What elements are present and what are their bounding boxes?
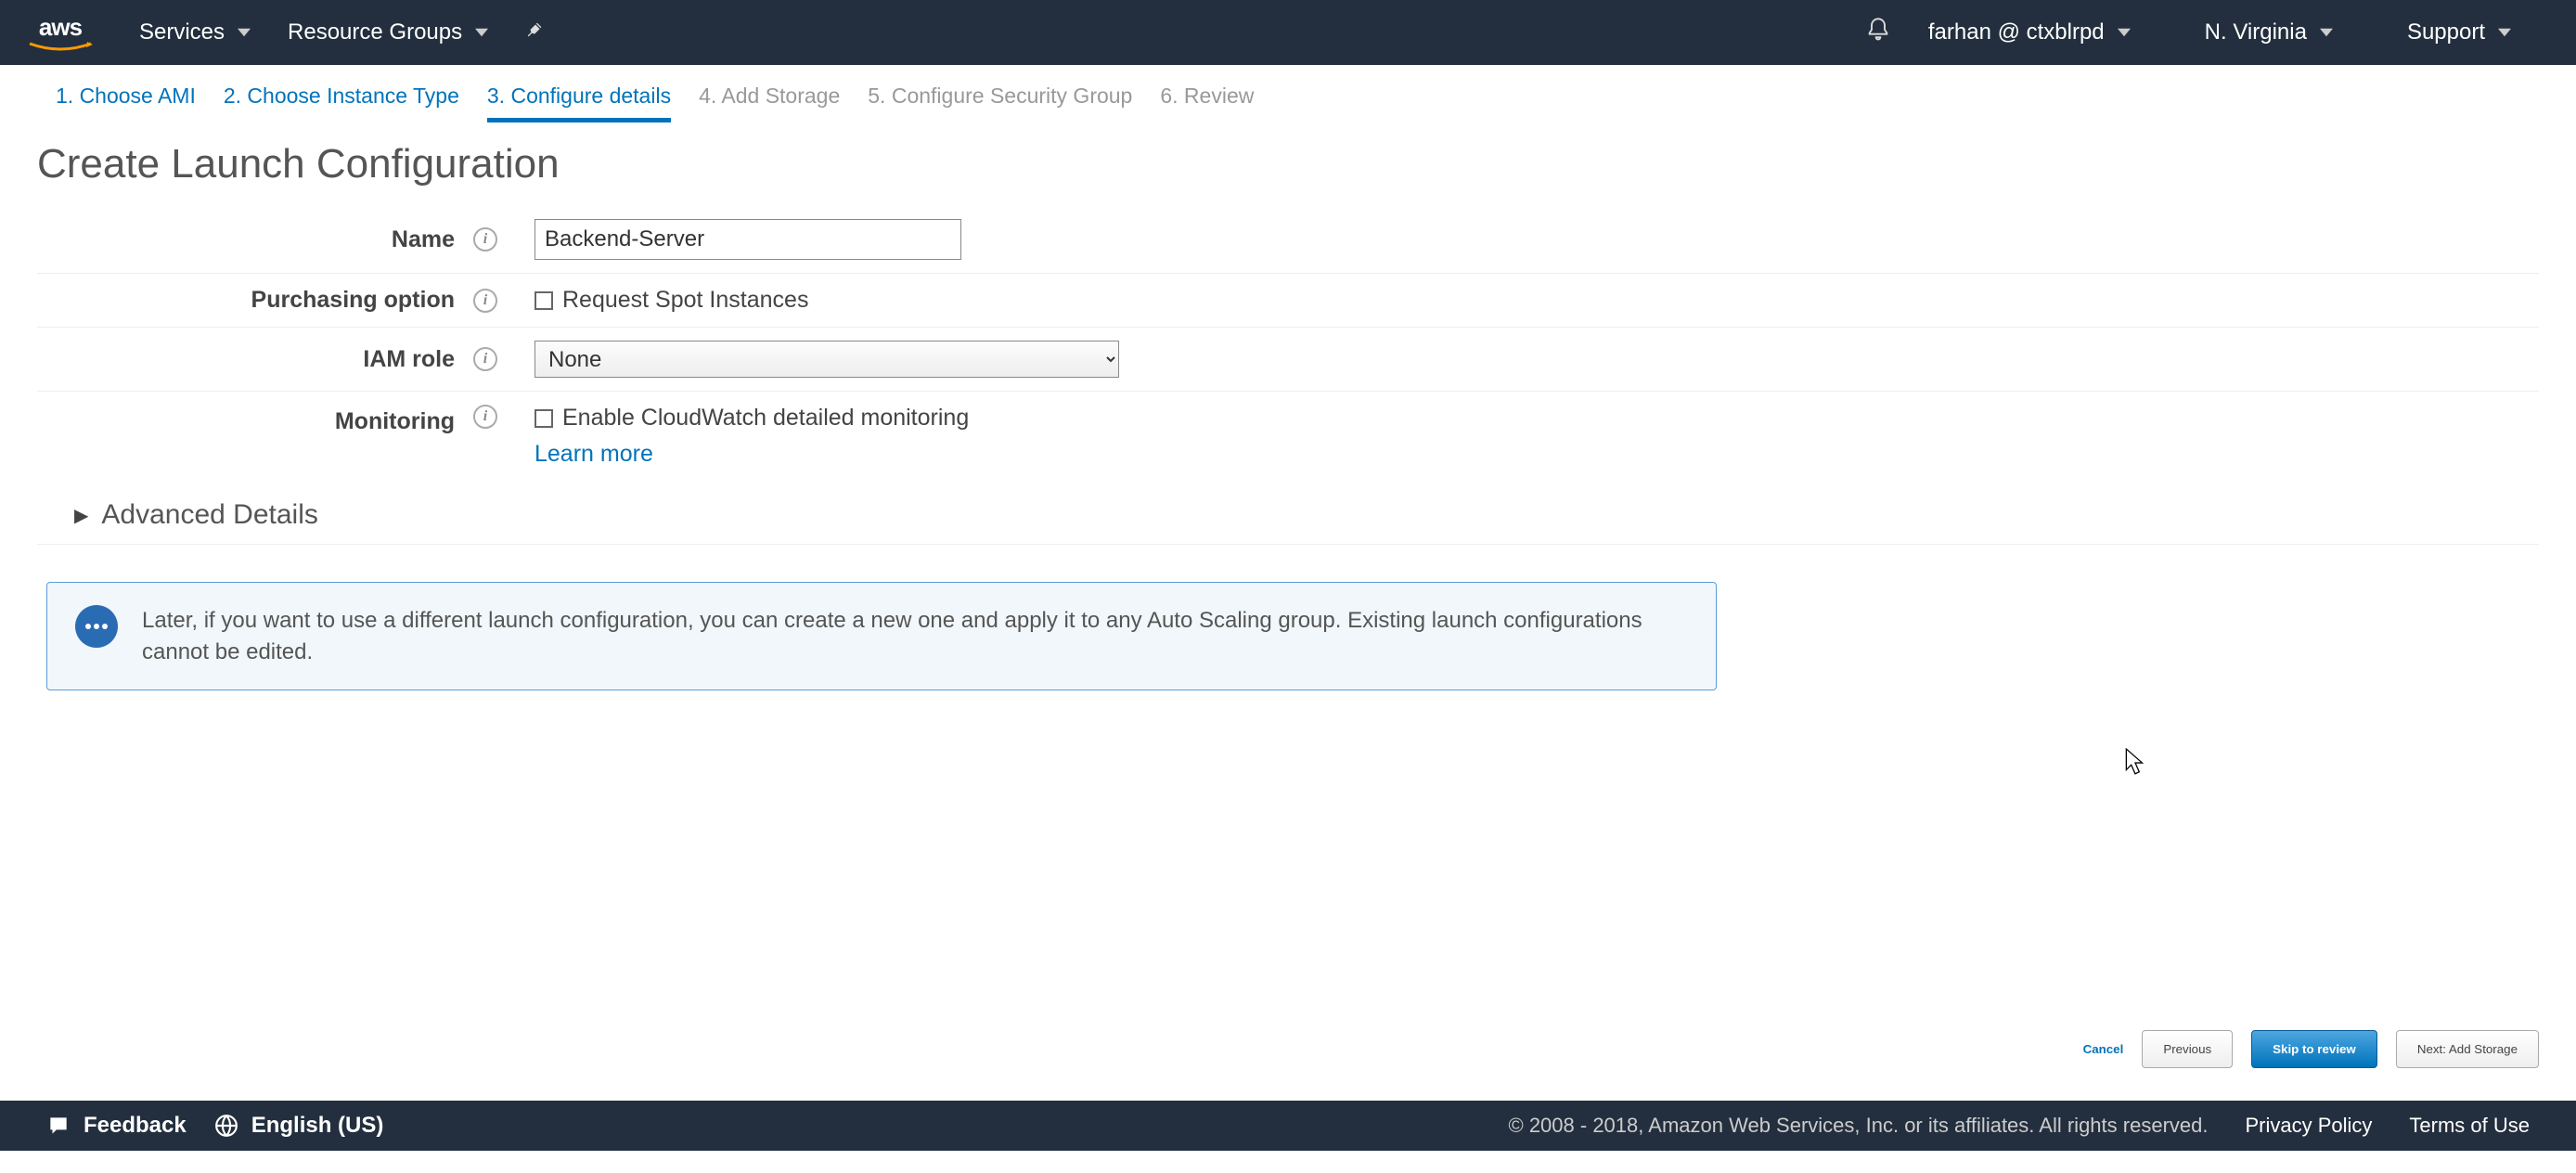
wizard-step-4: 4. Add Storage [699, 84, 840, 122]
form-row-monitoring: Monitoring i Enable CloudWatch detailed … [37, 392, 2539, 481]
support-label: Support [2407, 19, 2485, 45]
form-row-name: Name i [37, 206, 2539, 274]
chevron-down-icon [2498, 26, 2511, 39]
skip-to-review-button[interactable]: Skip to review [2251, 1030, 2377, 1068]
chevron-down-icon [2320, 26, 2333, 39]
advanced-details-toggle[interactable]: ▶ Advanced Details [37, 481, 2539, 545]
mouse-cursor-icon [2125, 748, 2145, 776]
checkbox-icon [535, 291, 553, 310]
next-button[interactable]: Next: Add Storage [2396, 1030, 2539, 1068]
wizard-step-2[interactable]: 2. Choose Instance Type [224, 84, 459, 122]
chevron-down-icon [2118, 26, 2131, 39]
services-label: Services [139, 19, 225, 45]
info-icon[interactable]: i [473, 347, 497, 371]
advanced-details-label: Advanced Details [101, 499, 317, 531]
feedback-label: Feedback [84, 1113, 187, 1139]
spot-checkbox-label: Request Spot Instances [562, 287, 808, 314]
checkbox-icon [535, 409, 553, 428]
wizard-step-1[interactable]: 1. Choose AMI [56, 84, 196, 122]
privacy-link[interactable]: Privacy Policy [2245, 1114, 2372, 1138]
wizard-steps: 1. Choose AMI 2. Choose Instance Type 3.… [0, 65, 2576, 132]
speech-bubble-icon [75, 605, 118, 648]
iam-role-select[interactable]: None [535, 341, 1119, 378]
support-menu[interactable]: Support [2407, 19, 2511, 45]
language-selector[interactable]: English (US) [214, 1113, 384, 1139]
iam-label: IAM role [74, 346, 473, 373]
info-box-text: Later, if you want to use a different la… [142, 605, 1688, 667]
chevron-down-icon [475, 26, 488, 39]
cloudwatch-checkbox-label: Enable CloudWatch detailed monitoring [562, 405, 969, 432]
spot-checkbox-row[interactable]: Request Spot Instances [535, 287, 808, 314]
terms-link[interactable]: Terms of Use [2409, 1114, 2530, 1138]
account-label: farhan @ ctxblrpd [1928, 19, 2105, 45]
learn-more-link[interactable]: Learn more [535, 441, 969, 468]
globe-icon [214, 1114, 238, 1138]
name-label: Name [74, 226, 473, 253]
chevron-down-icon [238, 26, 251, 39]
aws-logo[interactable]: aws [28, 13, 93, 53]
top-navigation: aws Services Resource Groups farhan @ ct… [0, 0, 2576, 65]
resource-groups-menu[interactable]: Resource Groups [288, 19, 488, 45]
copyright-text: © 2008 - 2018, Amazon Web Services, Inc.… [1509, 1114, 2209, 1138]
bottom-bar: Feedback English (US) © 2008 - 2018, Ama… [0, 1101, 2576, 1151]
monitoring-label: Monitoring [74, 405, 473, 435]
region-menu[interactable]: N. Virginia [2205, 19, 2333, 45]
main-content: Create Launch Configuration Name i Purch… [0, 132, 2576, 690]
speech-icon [46, 1114, 71, 1138]
page-title: Create Launch Configuration [37, 141, 2539, 187]
aws-swoosh-icon [28, 42, 93, 53]
info-box: Later, if you want to use a different la… [46, 582, 1717, 690]
pin-icon[interactable] [525, 19, 546, 45]
wizard-step-5: 5. Configure Security Group [868, 84, 1132, 122]
info-icon[interactable]: i [473, 289, 497, 313]
region-label: N. Virginia [2205, 19, 2307, 45]
previous-button[interactable]: Previous [2142, 1030, 2233, 1068]
purchasing-label: Purchasing option [74, 287, 473, 314]
name-input[interactable] [535, 219, 961, 260]
footer-buttons: Cancel Previous Skip to review Next: Add… [2083, 1030, 2539, 1068]
triangle-right-icon: ▶ [74, 504, 88, 527]
info-icon[interactable]: i [473, 405, 497, 429]
form-row-purchasing: Purchasing option i Request Spot Instanc… [37, 274, 2539, 328]
account-menu[interactable]: farhan @ ctxblrpd [1928, 19, 2131, 45]
feedback-button[interactable]: Feedback [46, 1113, 187, 1139]
resource-groups-label: Resource Groups [288, 19, 462, 45]
info-icon[interactable]: i [473, 227, 497, 251]
cloudwatch-checkbox-row[interactable]: Enable CloudWatch detailed monitoring [535, 405, 969, 432]
notifications-icon[interactable] [1865, 17, 1891, 49]
wizard-step-6: 6. Review [1160, 84, 1254, 122]
wizard-step-3[interactable]: 3. Configure details [487, 84, 671, 122]
services-menu[interactable]: Services [139, 19, 251, 45]
cancel-button[interactable]: Cancel [2083, 1042, 2124, 1056]
language-label: English (US) [251, 1113, 384, 1139]
aws-logo-text: aws [39, 13, 82, 42]
form-row-iam: IAM role i None [37, 328, 2539, 392]
